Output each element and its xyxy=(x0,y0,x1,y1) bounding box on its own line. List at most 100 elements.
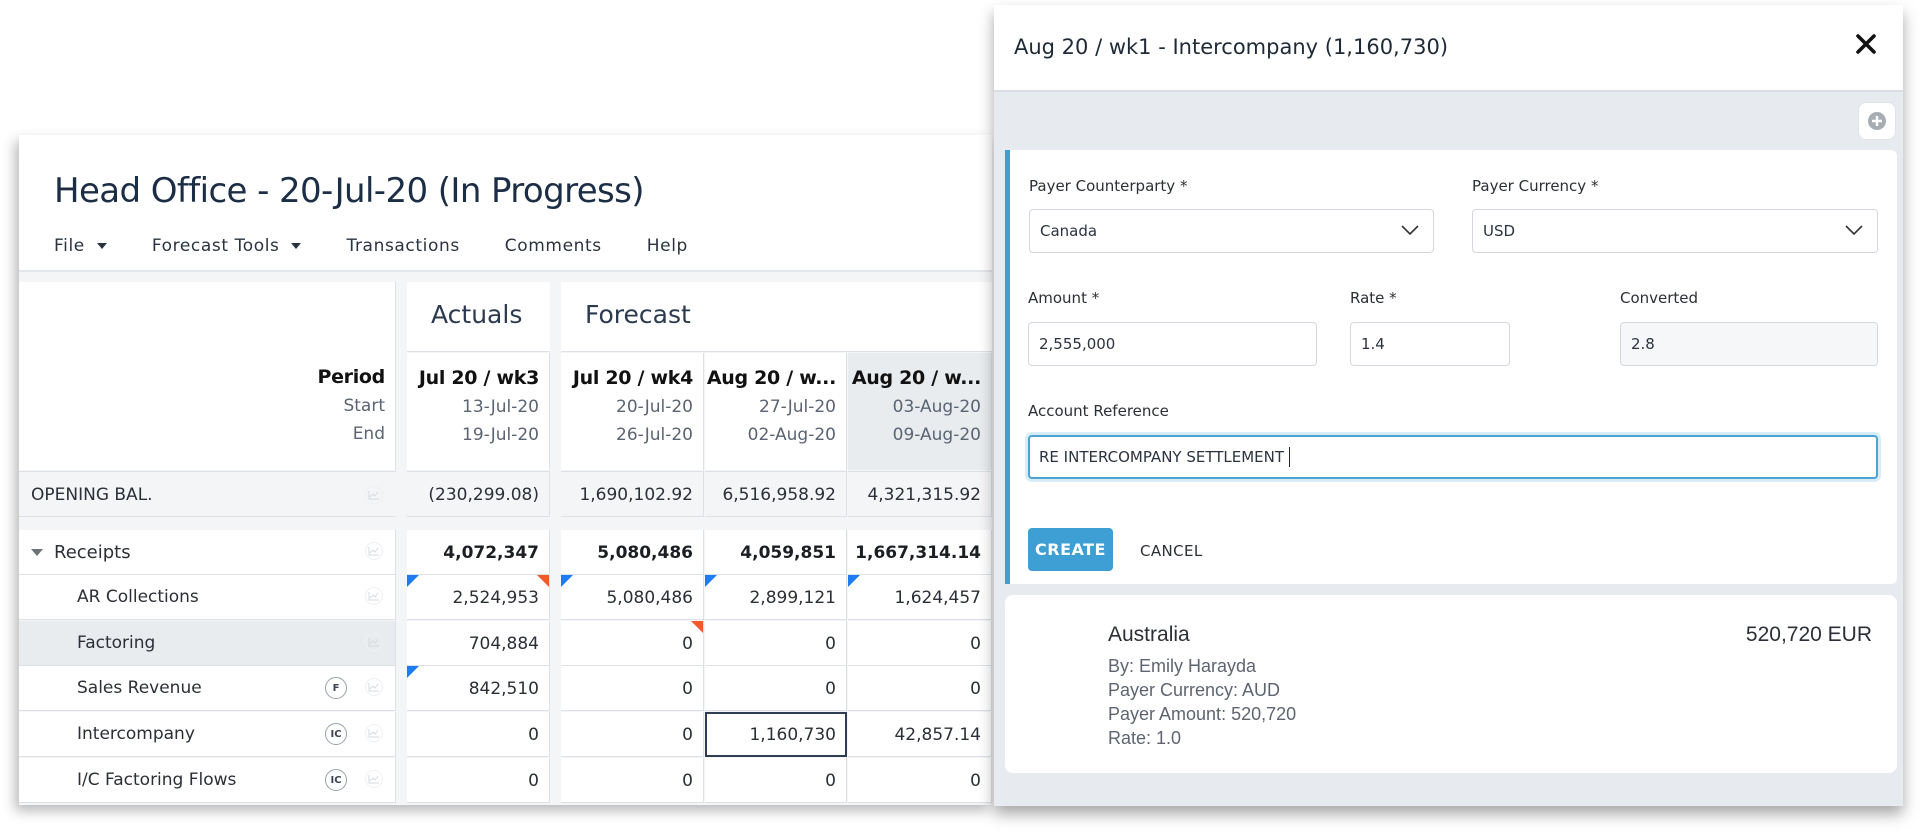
value-cell[interactable]: 842,510 xyxy=(407,666,550,711)
menu-help[interactable]: Help xyxy=(647,231,688,261)
start-label: Start xyxy=(343,396,385,416)
period-end: 02-Aug-20 xyxy=(747,425,836,445)
note-flag-icon[interactable] xyxy=(705,575,717,587)
note-flag-icon[interactable] xyxy=(561,575,573,587)
trend-chart-icon[interactable] xyxy=(365,770,383,788)
value-cell[interactable]: 2,524,953 xyxy=(407,575,550,620)
value-cell[interactable]: 0 xyxy=(848,666,992,711)
close-button[interactable] xyxy=(1851,29,1881,59)
value-cell[interactable]: 42,857.14 xyxy=(848,712,992,757)
cell-value: 0 xyxy=(825,771,836,791)
add-entry-button[interactable] xyxy=(1858,102,1896,140)
value-cell[interactable]: 0 xyxy=(848,758,992,803)
row-label-cell[interactable]: Sales Revenue F xyxy=(19,666,396,711)
rate-value: 1.4 xyxy=(1361,335,1385,353)
cell-value: 1,667,314.14 xyxy=(855,543,981,563)
panel-header: Aug 20 / wk1 - Intercompany (1,160,730) xyxy=(994,5,1903,92)
actuals-label: Actuals xyxy=(431,300,523,329)
row-label: Receipts xyxy=(54,542,131,563)
value-cell[interactable]: 0 xyxy=(561,758,704,803)
payer-currency-label: Payer Currency * xyxy=(1472,177,1599,195)
cell-value: 0 xyxy=(970,771,981,791)
intercompany-entry-card[interactable]: Australia 520,720 EUR By: Emily Harayda … xyxy=(1005,595,1897,773)
plus-circle-icon xyxy=(1868,112,1886,130)
period-start: 27-Jul-20 xyxy=(759,397,836,417)
menu-transactions-label: Transactions xyxy=(346,236,460,256)
account-reference-value: RE INTERCOMPANY SETTLEMENT xyxy=(1039,448,1285,466)
collapse-triangle-icon[interactable] xyxy=(31,549,43,556)
value-cell[interactable]: 5,080,486 xyxy=(561,575,704,620)
amount-input[interactable]: 2,555,000 xyxy=(1028,322,1317,366)
period-header-cell: Period Start End xyxy=(19,282,396,470)
converted-label: Converted xyxy=(1620,289,1699,307)
warning-flag-icon[interactable] xyxy=(537,575,549,587)
caret-down-icon xyxy=(291,243,302,249)
value-cell[interactable]: 4,059,851 xyxy=(705,530,847,575)
create-button[interactable]: CREATE xyxy=(1028,528,1113,571)
text-cursor xyxy=(1289,447,1291,467)
row-label-cell[interactable]: Receipts xyxy=(19,530,396,575)
period-column-header[interactable]: Jul 20 / wk3 13-Jul-20 19-Jul-20 xyxy=(407,353,550,470)
payer-counterparty-value: Canada xyxy=(1040,222,1098,240)
cancel-button[interactable]: CANCEL xyxy=(1140,542,1203,560)
value-cell[interactable]: 2,899,121 xyxy=(705,575,847,620)
value-cell[interactable]: 0 xyxy=(407,712,550,757)
trend-chart-icon[interactable] xyxy=(365,542,383,560)
value-cell[interactable]: 0 xyxy=(848,621,992,666)
cell-value: 5,080,486 xyxy=(597,543,693,563)
trend-chart-icon[interactable] xyxy=(365,486,383,504)
cell-value: 0 xyxy=(970,679,981,699)
trend-chart-icon[interactable] xyxy=(365,678,383,696)
account-reference-input[interactable]: RE INTERCOMPANY SETTLEMENT xyxy=(1028,435,1878,479)
value-cell[interactable]: 0 xyxy=(561,666,704,711)
cell-value: 4,059,851 xyxy=(740,543,836,563)
cell-value: 0 xyxy=(825,634,836,654)
menu-transactions[interactable]: Transactions xyxy=(346,231,459,261)
menu-file[interactable]: File xyxy=(54,231,107,261)
end-label: End xyxy=(352,424,385,444)
row-label-cell[interactable]: Intercompany IC xyxy=(19,712,396,757)
value-cell[interactable]: 704,884 xyxy=(407,621,550,666)
intercompany-badge-icon: IC xyxy=(325,769,347,791)
value-cell[interactable]: 0 xyxy=(561,621,704,666)
cell-value: 704,884 xyxy=(468,634,539,654)
value-cell[interactable]: 5,080,486 xyxy=(561,530,704,575)
payer-currency-select[interactable]: USD xyxy=(1472,209,1878,253)
value-cell[interactable]: 4,072,347 xyxy=(407,530,550,575)
period-name: Jul 20 / wk3 xyxy=(418,367,539,389)
forecast-label: Forecast xyxy=(585,300,691,329)
note-flag-icon[interactable] xyxy=(848,575,860,587)
period-end: 19-Jul-20 xyxy=(462,425,539,445)
payer-currency-value: USD xyxy=(1483,222,1516,240)
forecast-window: Head Office - 20-Jul-20 (In Progress) Fi… xyxy=(19,135,992,805)
value-cell[interactable]: 1,624,457 xyxy=(848,575,992,620)
trend-chart-icon[interactable] xyxy=(365,633,383,651)
value-cell[interactable]: 0 xyxy=(561,712,704,757)
value-cell[interactable]: 0 xyxy=(705,758,847,803)
row-label-cell[interactable]: Factoring xyxy=(19,621,396,666)
period-column-header[interactable]: Aug 20 / w... 03-Aug-20 09-Aug-20 xyxy=(848,353,992,470)
menu-comments[interactable]: Comments xyxy=(505,231,602,261)
row-label-cell[interactable]: AR Collections xyxy=(19,575,396,620)
rate-input[interactable]: 1.4 xyxy=(1350,322,1510,366)
actuals-group-header: Actuals xyxy=(407,282,550,352)
period-start: 03-Aug-20 xyxy=(892,397,981,417)
trend-chart-icon[interactable] xyxy=(365,724,383,742)
value-cell[interactable]: 1,667,314.14 xyxy=(848,530,992,575)
factoring-badge-icon: F xyxy=(325,677,347,699)
period-column-header[interactable]: Jul 20 / wk4 20-Jul-20 26-Jul-20 xyxy=(561,353,704,470)
panel-title: Aug 20 / wk1 - Intercompany (1,160,730) xyxy=(1014,35,1449,59)
value-cell[interactable]: 1,160,730 xyxy=(705,712,847,757)
menu-forecast-tools[interactable]: Forecast Tools xyxy=(152,231,302,261)
row-label-cell[interactable]: I/C Factoring Flows IC xyxy=(19,758,396,803)
period-column-header[interactable]: Aug 20 / w... 27-Jul-20 02-Aug-20 xyxy=(705,353,847,470)
value-cell[interactable]: 0 xyxy=(407,758,550,803)
value-cell[interactable]: 0 xyxy=(705,666,847,711)
trend-chart-icon[interactable] xyxy=(365,587,383,605)
amount-label: Amount * xyxy=(1028,289,1100,307)
payer-counterparty-select[interactable]: Canada xyxy=(1029,209,1434,253)
note-flag-icon[interactable] xyxy=(407,666,419,678)
note-flag-icon[interactable] xyxy=(407,575,419,587)
value-cell[interactable]: 0 xyxy=(705,621,847,666)
warning-flag-icon[interactable] xyxy=(691,621,703,633)
